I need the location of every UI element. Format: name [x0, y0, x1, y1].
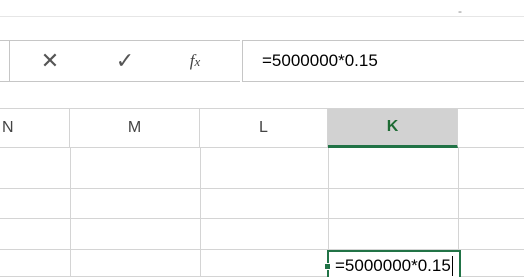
fill-handle[interactable] — [324, 263, 331, 270]
checkmark-icon: ✓ — [115, 48, 135, 73]
column-header-l[interactable]: L — [200, 109, 328, 147]
column-header-n[interactable]: N — [0, 109, 70, 147]
gridline — [200, 148, 201, 277]
active-cell-text: =5000000*0.15 — [335, 256, 451, 275]
active-cell-editor[interactable]: =5000000*0.15 — [335, 252, 453, 277]
gridline — [0, 188, 524, 189]
cancel-x-icon: ✕ — [40, 48, 60, 73]
ribbon-collapse-dash: - — [458, 4, 462, 18]
ribbon-strip: - — [0, 0, 524, 17]
gridline — [0, 218, 524, 219]
column-header-j[interactable]: J — [458, 109, 524, 147]
insert-function-button[interactable]: fx — [170, 41, 220, 81]
column-headers: N M L K J — [0, 108, 524, 148]
gridline — [70, 148, 71, 277]
column-header-m[interactable]: M — [70, 109, 200, 147]
text-cursor — [451, 256, 453, 276]
column-header-k-selected[interactable]: K — [328, 109, 458, 148]
formula-input[interactable]: =5000000*0.15 — [242, 40, 524, 82]
insert-function-icon: fx — [189, 51, 201, 70]
name-box-edge[interactable] — [0, 40, 10, 82]
cancel-button[interactable]: ✕ — [30, 41, 70, 81]
enter-button[interactable]: ✓ — [105, 41, 145, 81]
formula-text: =5000000*0.15 — [262, 51, 378, 70]
formula-bar-buttons: ✕ ✓ fx — [10, 40, 240, 82]
